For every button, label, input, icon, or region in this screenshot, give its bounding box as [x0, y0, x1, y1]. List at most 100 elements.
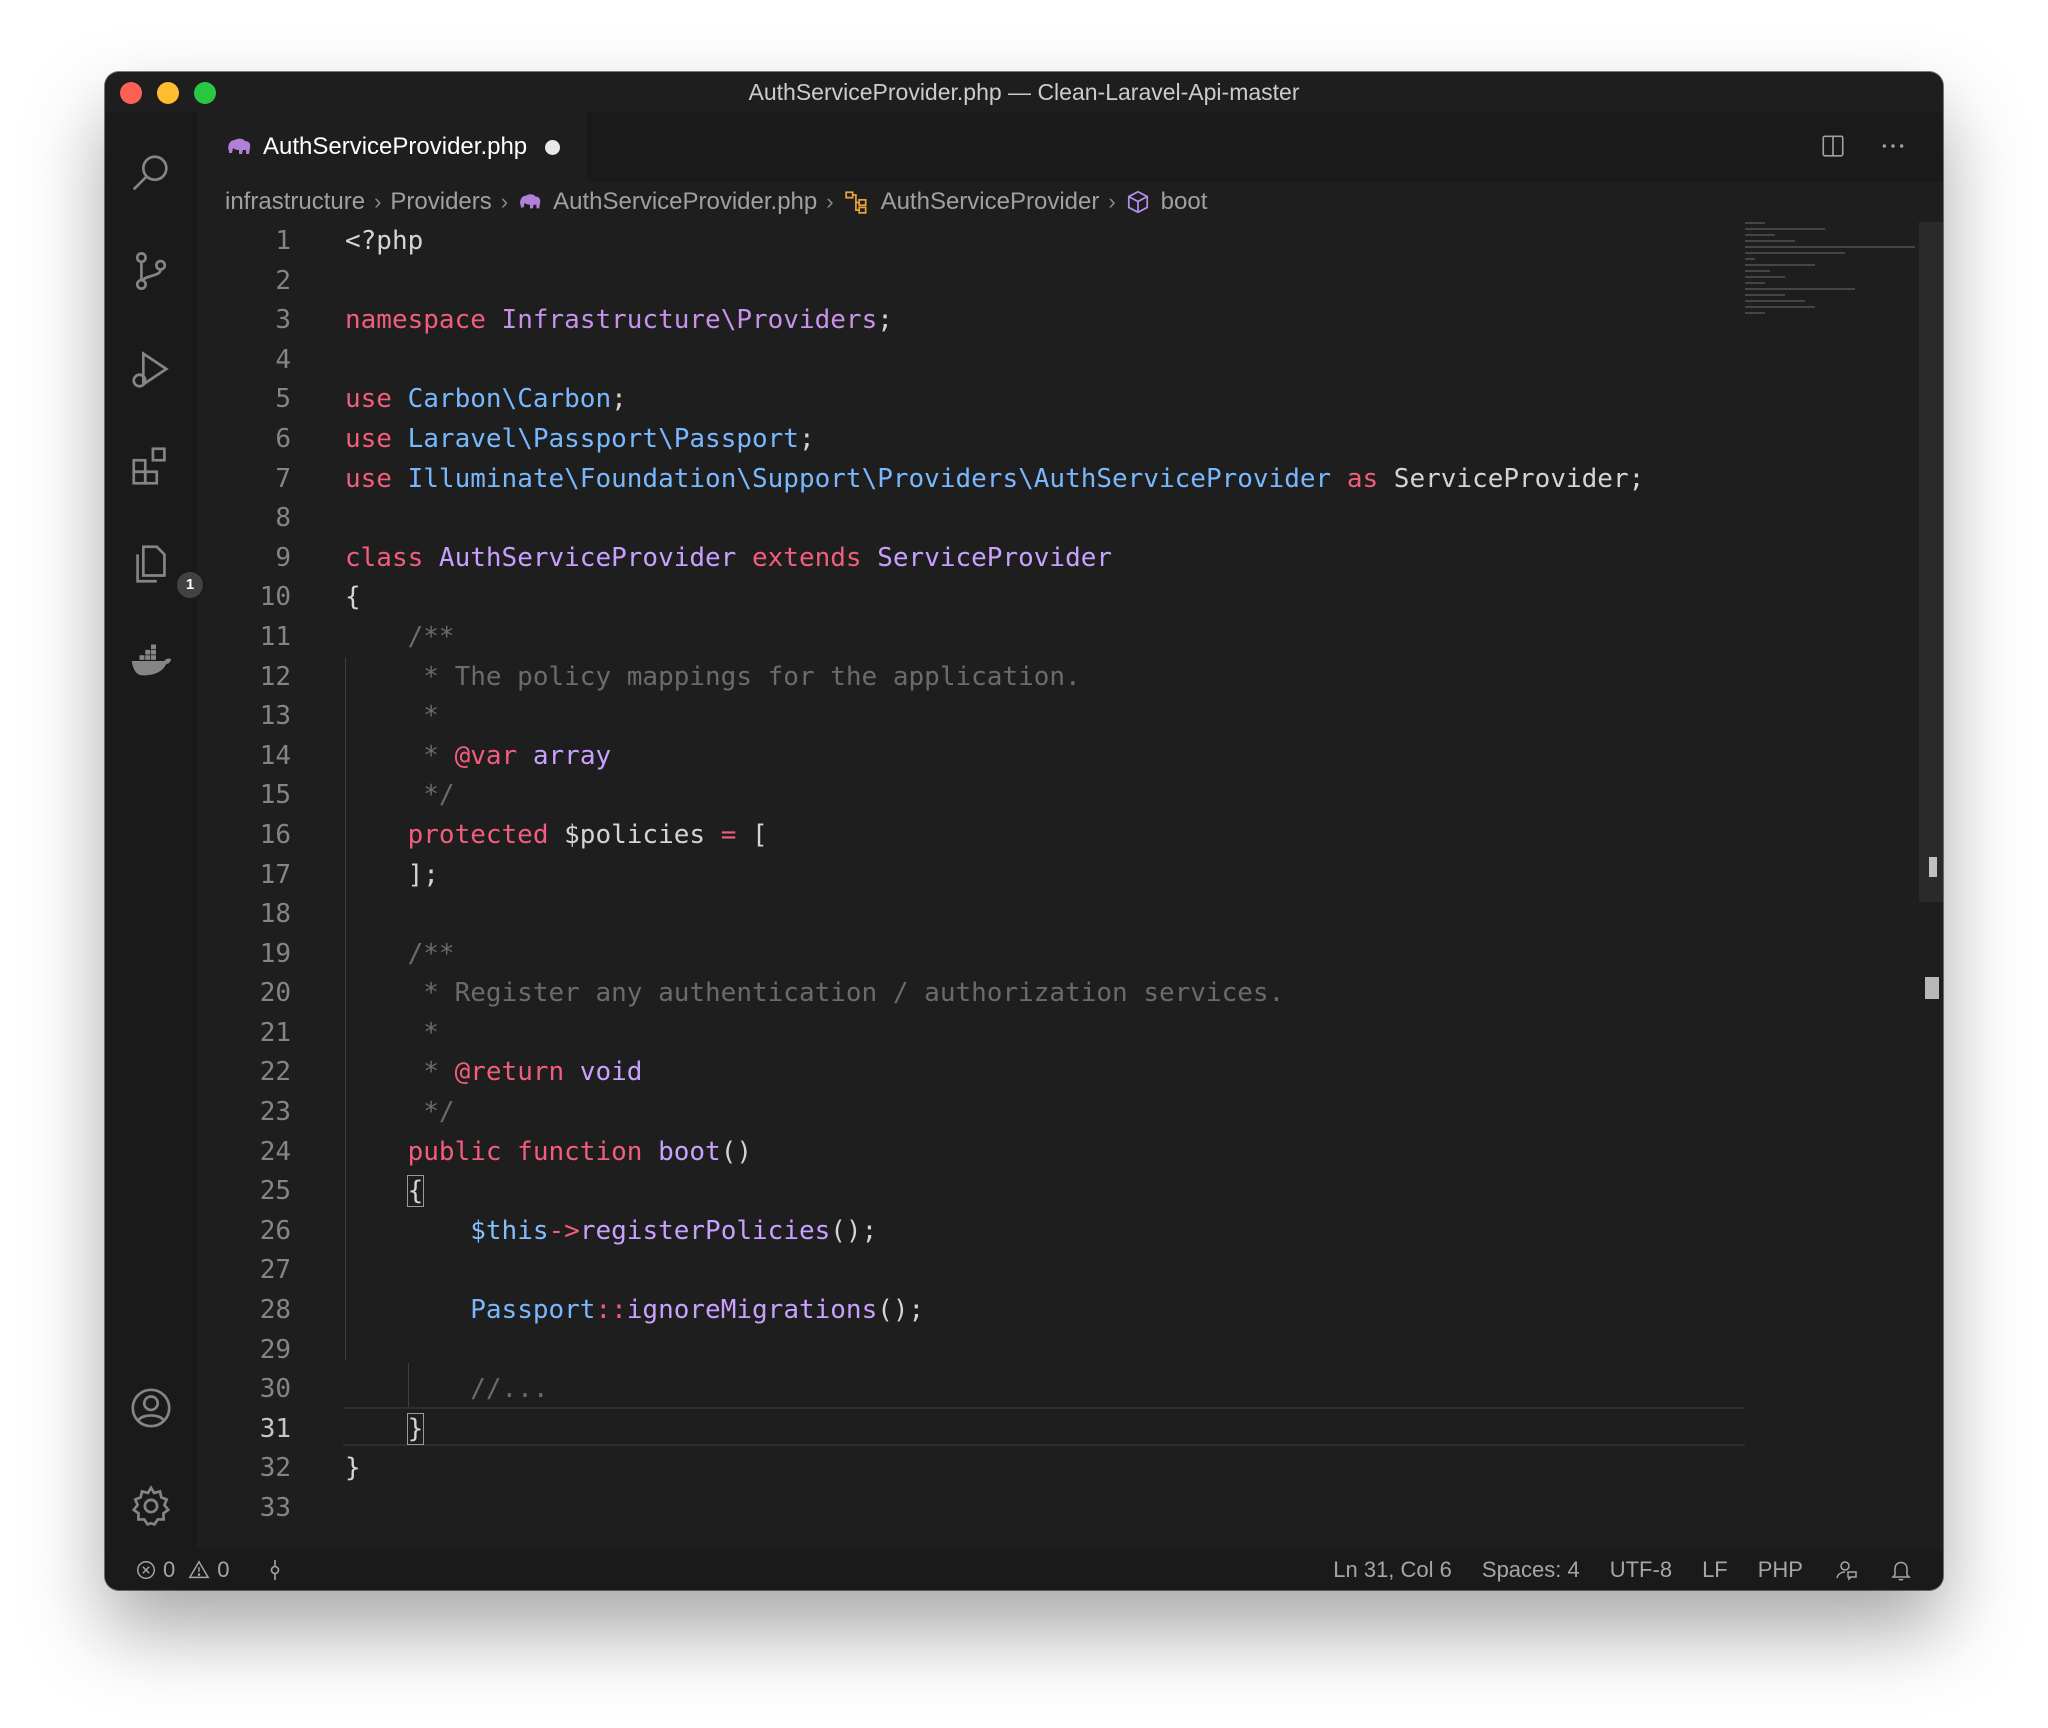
line-number[interactable]: 21	[197, 1014, 291, 1054]
breadcrumb: infrastructure › Providers › AuthService…	[197, 182, 1847, 222]
line-number[interactable]: 11	[197, 618, 291, 658]
line-number[interactable]: 4	[197, 341, 291, 381]
code-line: class AuthServiceProvider extends Servic…	[345, 542, 1113, 573]
maximize-window-button[interactable]	[194, 82, 216, 104]
line-number[interactable]: 14	[197, 737, 291, 777]
php-elephant-icon	[517, 191, 543, 213]
line-number[interactable]: 1	[197, 222, 291, 262]
line-number[interactable]: 32	[197, 1449, 291, 1489]
line-number[interactable]: 12	[197, 658, 291, 698]
line-number[interactable]: 23	[197, 1093, 291, 1133]
line-number[interactable]: 8	[197, 499, 291, 539]
vertical-scrollbar[interactable]	[1919, 222, 1943, 999]
indentation[interactable]: Spaces: 4	[1482, 1549, 1580, 1590]
code-line: * The policy mappings for the applicatio…	[345, 661, 1081, 692]
line-number[interactable]: 27	[197, 1251, 291, 1291]
warning-icon[interactable]	[187, 1559, 211, 1581]
activity-bar: 1	[105, 112, 205, 1549]
code-line: /**	[345, 621, 455, 652]
language-mode[interactable]: PHP	[1758, 1549, 1803, 1590]
line-number[interactable]: 25	[197, 1172, 291, 1212]
code-line: use Illuminate\Foundation\Support\Provid…	[345, 463, 1645, 494]
notifications-bell-icon[interactable]	[1889, 1558, 1913, 1582]
close-window-button[interactable]	[120, 82, 142, 104]
code-line: ];	[345, 859, 439, 890]
explorer-icon[interactable]: 1	[127, 540, 205, 600]
line-number[interactable]: 16	[197, 816, 291, 856]
docker-icon[interactable]	[127, 637, 175, 685]
file-encoding[interactable]: UTF-8	[1610, 1549, 1672, 1590]
run-debug-icon[interactable]	[127, 345, 175, 393]
line-number[interactable]: 30	[197, 1370, 291, 1410]
line-number[interactable]: 13	[197, 697, 291, 737]
line-number[interactable]: 3	[197, 301, 291, 341]
extensions-icon[interactable]	[127, 442, 175, 490]
line-number[interactable]: 33	[197, 1489, 291, 1529]
breadcrumb-item-file[interactable]: AuthServiceProvider.php	[553, 188, 817, 216]
warning-count[interactable]: 0	[217, 1549, 229, 1590]
git-commit-icon[interactable]	[266, 1558, 284, 1582]
search-icon[interactable]	[127, 150, 175, 198]
line-number[interactable]: 29	[197, 1331, 291, 1371]
cursor-position[interactable]: Ln 31, Col 6	[1333, 1549, 1452, 1590]
line-number[interactable]: 15	[197, 776, 291, 816]
breadcrumb-item-infrastructure[interactable]: infrastructure	[225, 188, 365, 216]
error-icon[interactable]	[135, 1559, 157, 1581]
settings-gear-icon[interactable]	[127, 1482, 175, 1530]
split-editor-icon[interactable]	[1817, 130, 1849, 162]
scrollbar-marker	[1925, 977, 1939, 999]
source-control-icon[interactable]	[127, 247, 175, 295]
account-icon[interactable]	[127, 1384, 175, 1432]
line-number[interactable]: 28	[197, 1291, 291, 1331]
code-line: *	[345, 701, 439, 732]
breadcrumb-item-providers[interactable]: Providers	[390, 188, 491, 216]
line-number[interactable]: 24	[197, 1133, 291, 1173]
unsaved-changes-dot[interactable]	[545, 139, 561, 155]
status-bar: 0 0 Ln 31, Col 6 Spaces: 4 UTF-8 LF PHP	[105, 1549, 1943, 1590]
line-number[interactable]: 5	[197, 380, 291, 420]
line-number[interactable]: 18	[197, 895, 291, 935]
line-number[interactable]: 17	[197, 856, 291, 896]
line-number[interactable]: 10	[197, 578, 291, 618]
feedback-icon[interactable]	[1833, 1558, 1859, 1582]
tab-authserviceprovider[interactable]: AuthServiceProvider.php	[197, 112, 587, 182]
code-line: */	[345, 780, 455, 811]
end-of-line[interactable]: LF	[1702, 1549, 1728, 1590]
code-line: /**	[345, 938, 455, 969]
breadcrumb-item-class[interactable]: AuthServiceProvider	[881, 188, 1100, 216]
line-number[interactable]: 22	[197, 1053, 291, 1093]
code-editor[interactable]: 1 2 3 4 5 6 7 8 9 10 11 12 13 14 15 16 17 18 19 20 21 22 23 24 2…	[197, 222, 1843, 1549]
chevron-right-icon: ›	[826, 189, 834, 214]
chevron-right-icon: ›	[374, 189, 382, 214]
line-number[interactable]: 2	[197, 262, 291, 302]
code-content[interactable]: <?php namespace Infrastructure\Providers…	[345, 222, 1745, 1529]
chevron-right-icon: ›	[500, 189, 509, 214]
line-number[interactable]: 6	[197, 420, 291, 460]
chevron-right-icon: ›	[1108, 189, 1116, 214]
code-line: * @return void	[345, 1057, 643, 1088]
line-number[interactable]: 7	[197, 460, 291, 500]
code-line: {	[345, 582, 361, 613]
line-number[interactable]: 9	[197, 539, 291, 579]
line-number[interactable]: 26	[197, 1212, 291, 1252]
minimize-window-button[interactable]	[157, 82, 179, 104]
code-line: //...	[345, 1374, 549, 1405]
error-count[interactable]: 0	[163, 1549, 175, 1590]
class-symbol-icon	[843, 189, 871, 215]
breadcrumb-item-method[interactable]: boot	[1161, 188, 1208, 216]
minimap[interactable]	[1745, 222, 1925, 372]
line-number[interactable]: 20	[197, 974, 291, 1014]
line-number[interactable]: 31	[197, 1410, 291, 1450]
more-actions-icon[interactable]	[1877, 130, 1909, 162]
code-line: *	[345, 1017, 439, 1048]
code-line: }	[406, 1412, 425, 1445]
code-line: use Carbon\Carbon;	[345, 384, 627, 415]
code-line: namespace Infrastructure\Providers;	[345, 305, 893, 336]
code-line: }	[345, 1453, 361, 1484]
line-number[interactable]: 19	[197, 935, 291, 975]
